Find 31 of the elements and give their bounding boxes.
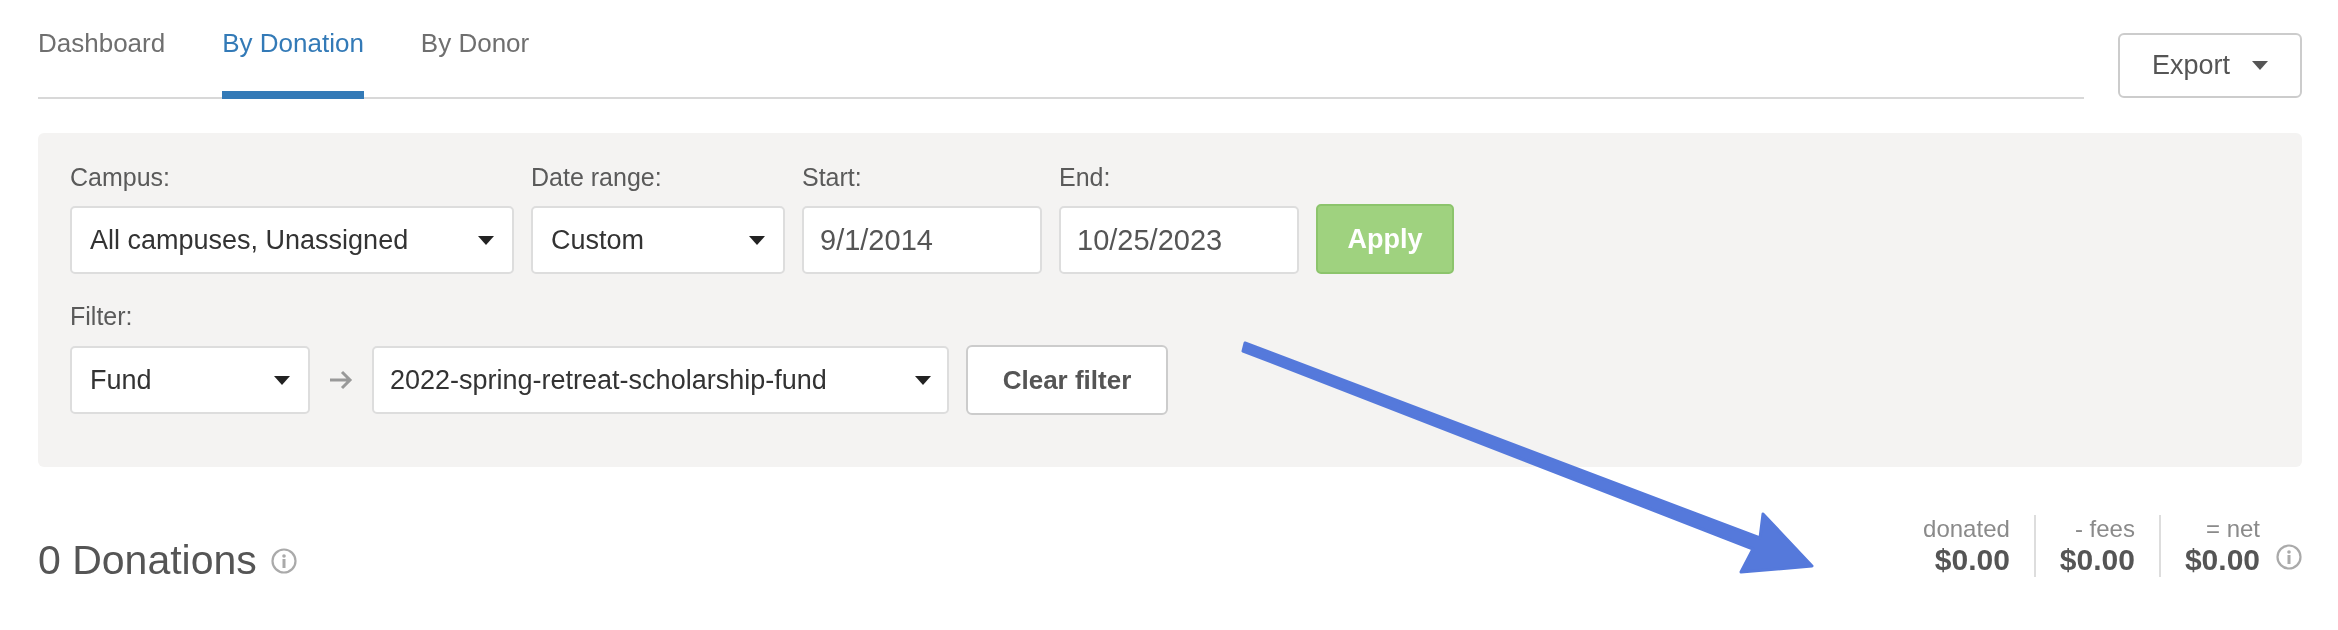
- fund-select[interactable]: 2022-spring-retreat-scholarship-fund: [372, 346, 949, 414]
- total-label: donated: [1923, 514, 2010, 543]
- info-icon[interactable]: [2276, 543, 2302, 570]
- field-label: Date range:: [531, 163, 663, 192]
- info-icon[interactable]: [270, 547, 297, 574]
- field-label: End:: [1059, 163, 1112, 192]
- field-label: Campus:: [70, 163, 172, 192]
- donations-count: 0 Donations: [38, 537, 257, 584]
- total-label: - fees: [2074, 514, 2135, 543]
- start-date-field[interactable]: 9/1/2014: [802, 206, 1042, 274]
- total-amount: $0.00: [2184, 542, 2260, 577]
- tab[interactable]: By Donor: [420, 20, 530, 99]
- caret-icon: [915, 375, 931, 385]
- arrow-right-icon: [329, 370, 353, 390]
- field-label: Start:: [802, 163, 863, 192]
- date-range-select[interactable]: Custom: [531, 206, 785, 274]
- tab[interactable]: Dashboard: [38, 20, 166, 99]
- caret-icon: [749, 235, 765, 245]
- total-amount: $0.00: [1934, 542, 2010, 577]
- caret-icon: [478, 235, 494, 245]
- campus-select[interactable]: All campuses, Unassigned: [70, 206, 514, 274]
- field-label: Filter:: [70, 302, 134, 331]
- caret-icon: [2252, 61, 2268, 70]
- tab[interactable]: By Donation: [222, 20, 364, 99]
- end-date-field[interactable]: 10/25/2023: [1059, 206, 1299, 274]
- total-label: = net: [2205, 514, 2260, 543]
- total-amount: $0.00: [2059, 542, 2135, 577]
- export-button[interactable]: Export: [2118, 33, 2302, 98]
- clear-filter-button[interactable]: Clear filter: [966, 345, 1168, 415]
- caret-icon: [274, 375, 290, 385]
- filter-type-select[interactable]: Fund: [70, 346, 310, 414]
